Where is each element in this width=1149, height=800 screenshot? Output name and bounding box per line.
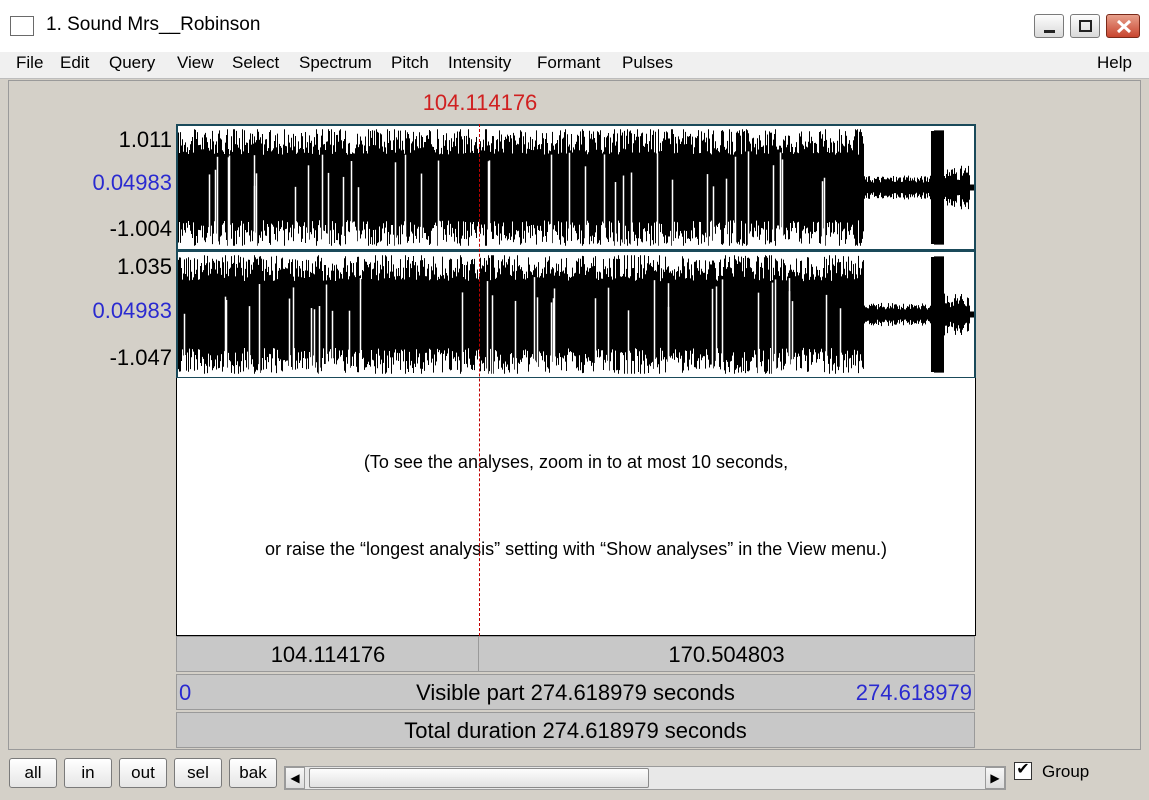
analysis-message-line1: (To see the analyses, zoom in to at most… (363, 452, 789, 472)
window-icon (10, 16, 34, 36)
close-icon (1116, 19, 1132, 34)
menu-spectrum[interactable]: Spectrum (299, 53, 372, 73)
zoom-out-button[interactable]: out (119, 758, 167, 788)
menu-intensity[interactable]: Intensity (448, 53, 511, 73)
menu-help[interactable]: Help (1097, 53, 1132, 73)
analysis-message-line2: or raise the “longest analysis” setting … (265, 539, 887, 559)
channel1-center-label: 0.04983 (92, 170, 172, 195)
time-bar-right-part[interactable]: 170.504803 (478, 636, 975, 672)
channel2-min-label: -1.047 (109, 345, 172, 370)
maximize-button[interactable] (1070, 14, 1100, 38)
channel2-center-label: 0.04983 (92, 298, 172, 323)
waveform-trace (178, 255, 974, 374)
cursor-line (479, 124, 480, 636)
menu-view[interactable]: View (177, 53, 214, 73)
menu-pulses[interactable]: Pulses (622, 53, 673, 73)
channel1-max-label: 1.011 (118, 127, 172, 152)
channel2-max-label: 1.035 (116, 254, 172, 279)
analysis-area[interactable]: (To see the analyses, zoom in to at most… (176, 378, 976, 636)
scroll-left-arrow-icon[interactable]: ◀ (285, 767, 305, 789)
group-label: Group (1042, 762, 1090, 781)
maximize-icon (1079, 20, 1092, 32)
zoom-back-button[interactable]: bak (229, 758, 277, 788)
menu-select[interactable]: Select (232, 53, 279, 73)
group-checkbox[interactable]: ✔ (1014, 762, 1032, 780)
title-bar: 1. Sound Mrs__Robinson (0, 0, 1149, 53)
visible-end-label: 274.618979 (855, 680, 972, 705)
waveform-channel-2[interactable] (176, 250, 976, 379)
scroll-thumb[interactable] (309, 768, 649, 788)
waveform-channel-1[interactable] (176, 124, 976, 251)
scroll-right-arrow-icon[interactable]: ▶ (985, 767, 1005, 789)
minimize-icon (1044, 30, 1055, 33)
menu-edit[interactable]: Edit (60, 53, 89, 73)
visible-start-label: 0 (179, 680, 192, 705)
waveform-1-graphic (178, 129, 974, 249)
menu-formant[interactable]: Formant (537, 53, 600, 73)
zoom-all-button[interactable]: all (9, 758, 57, 788)
minimize-button[interactable] (1034, 14, 1064, 38)
close-button[interactable] (1106, 14, 1140, 38)
menu-query[interactable]: Query (109, 53, 155, 73)
zoom-sel-button[interactable]: sel (174, 758, 222, 788)
total-duration-bar[interactable]: Total duration 274.618979 seconds (176, 712, 975, 748)
waveform-trace (178, 129, 974, 246)
cursor-time-label: 104.114176 (422, 90, 538, 115)
window-title: 1. Sound Mrs__Robinson (46, 14, 261, 35)
visible-part-bar[interactable]: 0 Visible part 274.618979 seconds 274.61… (176, 674, 975, 710)
menu-file[interactable]: File (16, 53, 43, 73)
zoom-in-button[interactable]: in (64, 758, 112, 788)
channel1-min-label: -1.004 (109, 216, 172, 241)
menu-pitch[interactable]: Pitch (391, 53, 429, 73)
checkmark-icon: ✔ (1016, 761, 1030, 778)
horizontal-scrollbar[interactable]: ◀ ▶ (284, 766, 1006, 790)
time-bar-left-part[interactable]: 104.114176 (176, 636, 480, 672)
menu-bar: File Edit Query View Select Spectrum Pit… (0, 52, 1149, 79)
visible-part-label: Visible part 274.618979 seconds (416, 680, 735, 705)
waveform-2-graphic (178, 255, 974, 377)
